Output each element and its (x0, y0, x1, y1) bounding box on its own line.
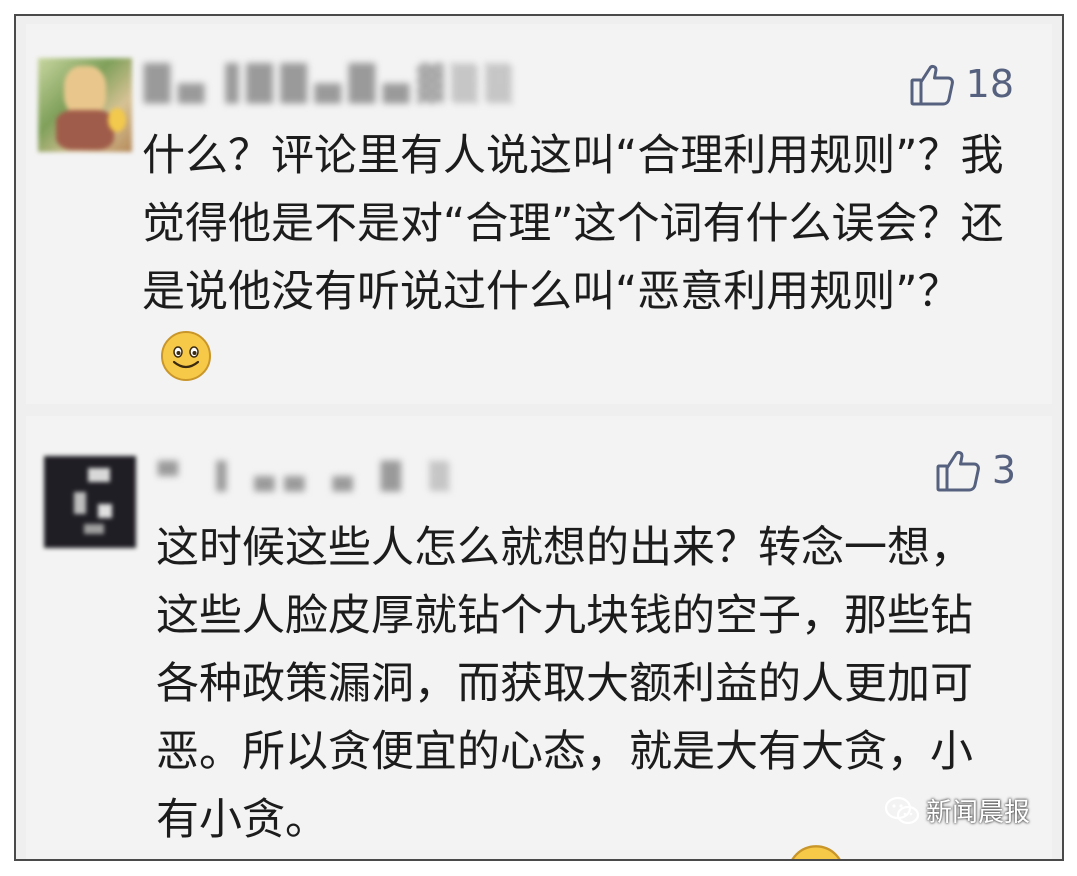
username[interactable]: █▄▐██▄█▄▓▒▒ (144, 64, 520, 104)
like-count: 18 (965, 62, 1014, 106)
thumbs-up-icon (910, 64, 954, 106)
comment-text: 这时候这些人怎么就想的出来？转念一想，这些人脸皮厚就钻个九块钱的空子，那些钻各种… (156, 523, 973, 845)
like-button[interactable]: 3 (934, 446, 1016, 494)
smiley-emoji-icon (161, 331, 211, 381)
username[interactable]: ▀ ▐ ▄▄ ▄ █ ▒ (158, 462, 459, 492)
screenshot-frame: █▄▐██▄█▄▓▒▒ 18 什么？评论里有人说这叫“合理利用规则”？我觉得他是… (14, 14, 1064, 861)
watermark-label: 新闻晨报 (925, 798, 1030, 828)
thumbs-up-icon (936, 450, 980, 492)
wechat-icon (884, 796, 920, 824)
watermark: 新闻晨报 (884, 792, 1030, 829)
comment-card: █▄▐██▄█▄▓▒▒ 18 什么？评论里有人说这叫“合理利用规则”？我觉得他是… (26, 24, 1052, 404)
comment-body: 什么？评论里有人说这叫“合理利用规则”？我觉得他是不是对“合理”这个词有什么误会… (142, 131, 1004, 317)
comment-text: 什么？评论里有人说这叫“合理利用规则”？我觉得他是不是对“合理”这个词有什么误会… (142, 122, 1022, 394)
smiley-emoji-icon (786, 844, 846, 859)
avatar[interactable] (38, 58, 132, 152)
like-button[interactable]: 18 (908, 60, 1014, 108)
like-count: 3 (991, 448, 1016, 492)
avatar[interactable] (44, 456, 136, 548)
